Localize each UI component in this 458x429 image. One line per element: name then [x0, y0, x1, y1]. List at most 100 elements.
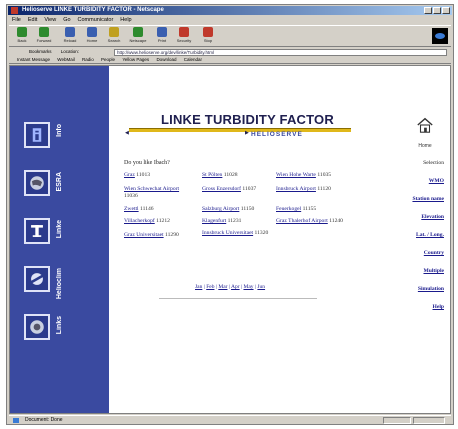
home-link[interactable]: Home	[414, 116, 436, 152]
stop-icon	[203, 27, 213, 37]
home-button[interactable]: Home	[83, 27, 101, 44]
month-link-jun[interactable]: Jun	[257, 284, 265, 290]
month-link-feb[interactable]: Feb	[206, 284, 214, 290]
station-link[interactable]: Gross Enzersdorf 11037	[202, 186, 272, 193]
menu-go[interactable]: Go	[63, 16, 70, 24]
nav-wmo[interactable]: WMO	[400, 178, 444, 185]
selection-nav: Selection WMO Station name Elevation Lat…	[400, 160, 444, 322]
menu-bar: File Edit View Go Communicator Help	[9, 16, 132, 24]
menu-communicator[interactable]: Communicator	[78, 16, 114, 24]
nav-simulation[interactable]: Simulation	[400, 286, 444, 293]
nav-lat-long[interactable]: Lat. / Long.	[400, 232, 444, 239]
station-link[interactable]: Wien Schwechat Airport 11036	[124, 186, 194, 200]
sidebar-item-info[interactable]: Info	[24, 118, 94, 158]
menu-file[interactable]: File	[12, 16, 21, 24]
netscape-button[interactable]: Netscape	[129, 27, 147, 44]
link-radio[interactable]: Radio	[82, 57, 94, 62]
station-link[interactable]: Graz Thalerhof Airport 11240	[276, 218, 346, 225]
station-link[interactable]: Klagenfurt 11231	[202, 218, 272, 225]
banner-arrow-right-icon: ▶	[245, 130, 249, 136]
link-yellow-pages[interactable]: Yellow Pages	[122, 57, 149, 62]
status-component-segment	[413, 417, 445, 424]
location-label: Location:	[60, 49, 80, 54]
home-icon	[87, 27, 97, 37]
navigation-toolbar: Back Forward Reload Home Search Netscape…	[9, 25, 451, 47]
forward-icon	[39, 27, 49, 37]
sidebar-item-esra[interactable]: ESRA	[24, 166, 94, 206]
window-title: Helioserve LINKE TURBIDITY FACTOR - Nets…	[22, 7, 164, 13]
month-link-mar[interactable]: Mar	[218, 284, 227, 290]
house-icon	[417, 117, 433, 133]
helioclim-icon	[24, 266, 50, 292]
security-button[interactable]: Security	[175, 27, 193, 44]
netscape-icon	[133, 27, 143, 37]
station-link[interactable]: Villacherkopf 11212	[124, 218, 194, 225]
sidebar-item-helioclim[interactable]: Helioclim	[24, 262, 94, 302]
link-instant-message[interactable]: Instant Message	[17, 57, 50, 62]
month-link-jan[interactable]: Jan	[195, 284, 202, 290]
back-button[interactable]: Back	[13, 27, 31, 44]
divider	[159, 298, 317, 299]
link-webmail[interactable]: WebMail	[57, 57, 74, 62]
banner-rule	[129, 128, 351, 132]
nav-multiple[interactable]: Multiple	[400, 268, 444, 275]
print-icon	[157, 27, 167, 37]
menu-view[interactable]: View	[44, 16, 56, 24]
linke-icon	[24, 218, 50, 244]
window-controls	[424, 7, 450, 14]
print-button[interactable]: Print	[153, 27, 171, 44]
nav-elevation[interactable]: Elevation	[400, 214, 444, 221]
menu-help[interactable]: Help	[120, 16, 131, 24]
banner-subtitle: HELIOSERVE	[251, 131, 303, 138]
status-bar: Document: Done	[9, 415, 451, 424]
month-link-may[interactable]: May	[243, 284, 253, 290]
nav-country[interactable]: Country	[400, 250, 444, 257]
station-link[interactable]: Graz 11013	[124, 172, 194, 179]
page-content: Info ESRA Linke Helioclim Links LINKE TU…	[9, 65, 451, 414]
station-link[interactable]: St Pölten 11028	[202, 172, 272, 179]
browser-window: Helioserve LINKE TURBIDITY FACTOR - Nets…	[6, 4, 454, 425]
search-icon	[109, 27, 119, 37]
page-title: LINKE TURBIDITY FACTOR	[161, 112, 334, 127]
nav-station-name[interactable]: Station name	[400, 196, 444, 203]
links-icon	[24, 314, 50, 340]
status-icon	[13, 418, 19, 423]
link-people[interactable]: People	[101, 57, 115, 62]
stop-button[interactable]: Stop	[199, 27, 217, 44]
url-field[interactable]: http://www.helioserve.org/dev/linke/Turb…	[114, 49, 447, 56]
reload-icon	[65, 27, 75, 37]
station-link[interactable]: Innsbruck Universitaet 11320	[202, 230, 272, 237]
reload-button[interactable]: Reload	[61, 27, 79, 44]
intro-text: Do you like Ibach?	[124, 160, 170, 166]
globe-icon	[24, 170, 50, 196]
title-bar: Helioserve LINKE TURBIDITY FACTOR - Nets…	[8, 6, 452, 15]
minimize-button[interactable]	[424, 7, 432, 14]
forward-button[interactable]: Forward	[35, 27, 53, 44]
station-link[interactable]: Graz Universitaet 11290	[124, 232, 194, 239]
banner-arrow-left-icon: ◀	[125, 130, 129, 136]
station-link[interactable]: Wien Hohe Warte 11035	[276, 172, 346, 179]
month-link-apr[interactable]: Apr	[231, 284, 240, 290]
month-links: Jan | Feb | Mar | Apr | May | Jun	[195, 284, 266, 290]
link-calendar[interactable]: Calendar	[184, 57, 202, 62]
selection-heading: Selection	[423, 160, 444, 166]
station-link[interactable]: Feuerkogel 11155	[276, 206, 346, 213]
info-icon	[24, 122, 50, 148]
search-button[interactable]: Search	[105, 27, 123, 44]
netscape-window-icon	[11, 7, 18, 14]
sidebar-item-links[interactable]: Links	[24, 310, 94, 350]
bookmarks-button[interactable]: Bookmarks	[29, 49, 52, 54]
sidebar-item-linke[interactable]: Linke	[24, 214, 94, 254]
maximize-button[interactable]	[433, 7, 441, 14]
station-link[interactable]: Zwettl 11146	[124, 206, 194, 213]
netscape-throbber-icon	[432, 28, 448, 44]
close-button[interactable]	[442, 7, 450, 14]
menu-edit[interactable]: Edit	[28, 16, 37, 24]
station-link[interactable]: Innsbruck Airport 11120	[276, 186, 346, 193]
location-bar: Bookmarks Location: http://www.helioserv…	[9, 48, 451, 56]
nav-help[interactable]: Help	[400, 304, 445, 311]
sidebar: Info ESRA Linke Helioclim Links	[10, 66, 109, 413]
station-link[interactable]: Salzburg Airport 11150	[202, 206, 272, 213]
personal-toolbar: Instant Message WebMail Radio People Yel…	[9, 56, 451, 64]
link-download[interactable]: Download	[156, 57, 176, 62]
